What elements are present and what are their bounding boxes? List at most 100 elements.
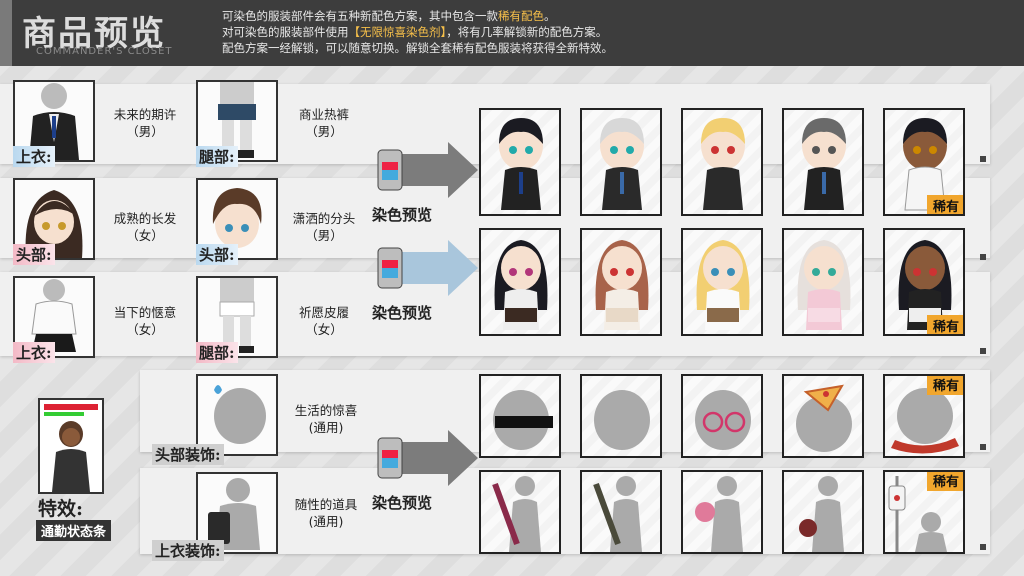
item-name-5-sub: （女） <box>126 322 164 337</box>
item-tag-7: 头部装饰: <box>152 444 224 465</box>
dye-label-3: 染色预览 <box>372 494 433 512</box>
variant-card[interactable] <box>479 374 561 458</box>
chibi-male-icon <box>600 118 644 210</box>
variant-card[interactable] <box>580 374 662 458</box>
item-name-6-main: 祈愿皮履 <box>298 305 349 320</box>
effect-label: 特效: <box>38 498 84 520</box>
variant-card[interactable] <box>580 108 662 216</box>
item-tag-3: 头部: <box>13 244 55 265</box>
rare-badge: 稀有 <box>926 195 963 214</box>
variant-card-rare[interactable]: 稀有 <box>883 108 965 216</box>
variant-card-rare[interactable]: 稀有 <box>883 470 965 554</box>
item-name-6: 祈愿皮履 （女） <box>286 304 362 338</box>
page-subtitle: COMMANDER'S CLOSET <box>36 46 173 57</box>
rare-badge: 稀有 <box>926 376 963 395</box>
chibi-female-icon <box>797 240 851 330</box>
header-bar: 商品预览 COMMANDER'S CLOSET 可染色的服装部件会有五种新配色方… <box>0 0 1024 66</box>
variant-card[interactable] <box>479 470 561 554</box>
item-name-7-main: 生活的惊喜 <box>294 403 358 418</box>
variant-card-rare[interactable]: 稀有 <box>883 228 965 336</box>
black-bar-accessory-icon <box>493 390 553 450</box>
item-name-8-sub: (通用) <box>308 514 344 529</box>
variant-card[interactable] <box>782 108 864 216</box>
item-name-1-sub: （男） <box>126 124 164 139</box>
item-name-1-main: 未来的期许 <box>113 107 177 122</box>
plush-toy-icon <box>695 476 743 552</box>
variant-card-rare[interactable]: 稀有 <box>883 374 965 458</box>
desc-line1-a: 可染色的服装部件会有五种新配色方案，其中包含一款 <box>222 9 498 23</box>
spiked-bat-icon <box>593 476 642 552</box>
variant-card[interactable] <box>782 228 864 336</box>
status-bar-character-icon <box>44 404 98 492</box>
blank-head-icon <box>214 385 266 444</box>
spiked-bat-icon <box>492 476 541 552</box>
chibi-male-icon <box>802 118 846 210</box>
rare-badge: 稀有 <box>926 315 963 334</box>
item-name-2-main: 商业热裤 <box>298 107 349 122</box>
variant-card[interactable] <box>782 374 864 458</box>
item-name-6-sub: （女） <box>305 322 343 337</box>
variant-card[interactable] <box>479 228 561 336</box>
chibi-female-icon <box>595 240 649 330</box>
item-name-3: 成熟的长发 （女） <box>100 210 190 244</box>
variant-card[interactable] <box>782 470 864 554</box>
desc-line1-highlight: 稀有配色 <box>498 9 544 23</box>
desc-line1-b: 。 <box>544 9 556 23</box>
pizza-slice-accessory-icon <box>796 384 852 452</box>
corner-marker <box>980 156 986 162</box>
variant-card[interactable] <box>681 374 763 458</box>
item-tag-1: 上衣: <box>13 146 55 167</box>
chibi-female-icon <box>696 240 750 330</box>
dye-arrow-2 <box>370 238 480 302</box>
item-tag-8: 上衣装饰: <box>152 540 224 561</box>
effect-preview[interactable] <box>38 398 104 494</box>
item-name-4-sub: （男） <box>305 228 343 243</box>
chibi-male-icon <box>701 118 745 210</box>
item-tag-4: 头部: <box>196 244 238 265</box>
item-name-5: 当下的惬意 （女） <box>100 304 190 338</box>
dye-spray-icon <box>377 142 478 198</box>
item-tag-2: 腿部: <box>196 146 238 167</box>
dye-label-1: 染色预览 <box>372 206 433 224</box>
variant-card[interactable] <box>479 108 561 216</box>
desc-line2-b: ，将有几率解锁新的配色方案。 <box>446 25 608 39</box>
bag-prop-icon <box>208 478 260 550</box>
item-name-2-sub: （男） <box>305 124 343 139</box>
dye-label-2: 染色预览 <box>372 304 433 322</box>
corner-marker <box>980 348 986 354</box>
variant-card[interactable] <box>681 228 763 336</box>
item-name-4: 潇洒的分头 （男） <box>286 210 362 244</box>
header-accent <box>0 0 12 66</box>
desc-line2-a: 对可染色的服装部件使用 <box>222 25 349 39</box>
chibi-male-icon <box>499 118 543 210</box>
corner-marker <box>980 254 986 260</box>
desc-line3: 配色方案一经解锁，可以随意切换。解锁全套稀有配色服装将获得全新特效。 <box>222 41 613 55</box>
dye-spray-icon <box>377 430 478 486</box>
variant-card[interactable] <box>681 470 763 554</box>
item-name-3-main: 成熟的长发 <box>113 211 177 226</box>
blank-head-icon <box>594 390 650 450</box>
rare-badge: 稀有 <box>926 472 963 491</box>
item-name-8: 随性的道具 (通用) <box>284 496 368 530</box>
item-name-5-main: 当下的惬意 <box>113 305 177 320</box>
variant-card[interactable] <box>580 470 662 554</box>
desc-line2-highlight: 【无限惊喜染色剂】 <box>348 25 447 39</box>
closet-preview-page: 商品预览 COMMANDER'S CLOSET 可染色的服装部件会有五种新配色方… <box>0 0 1024 576</box>
dye-arrow-3 <box>370 428 480 492</box>
item-name-1: 未来的期许 （男） <box>100 106 190 140</box>
item-name-3-sub: （女） <box>126 228 164 243</box>
chibi-female-icon <box>494 240 548 330</box>
variant-card[interactable] <box>681 108 763 216</box>
item-name-8-main: 随性的道具 <box>294 497 358 512</box>
dye-arrow-1 <box>370 140 480 204</box>
glasses-accessory-icon <box>695 390 751 450</box>
item-name-2: 商业热裤 （男） <box>286 106 362 140</box>
item-name-4-main: 潇洒的分头 <box>292 211 356 226</box>
effect-sub: 通勤状态条 <box>36 520 112 541</box>
item-tag-5: 上衣: <box>13 342 55 363</box>
description: 可染色的服装部件会有五种新配色方案，其中包含一款稀有配色。 对可染色的服装部件使… <box>222 8 613 56</box>
corner-marker <box>980 444 986 450</box>
boxing-glove-icon <box>799 476 844 552</box>
variant-card[interactable] <box>580 228 662 336</box>
dye-spray-icon <box>377 240 478 296</box>
